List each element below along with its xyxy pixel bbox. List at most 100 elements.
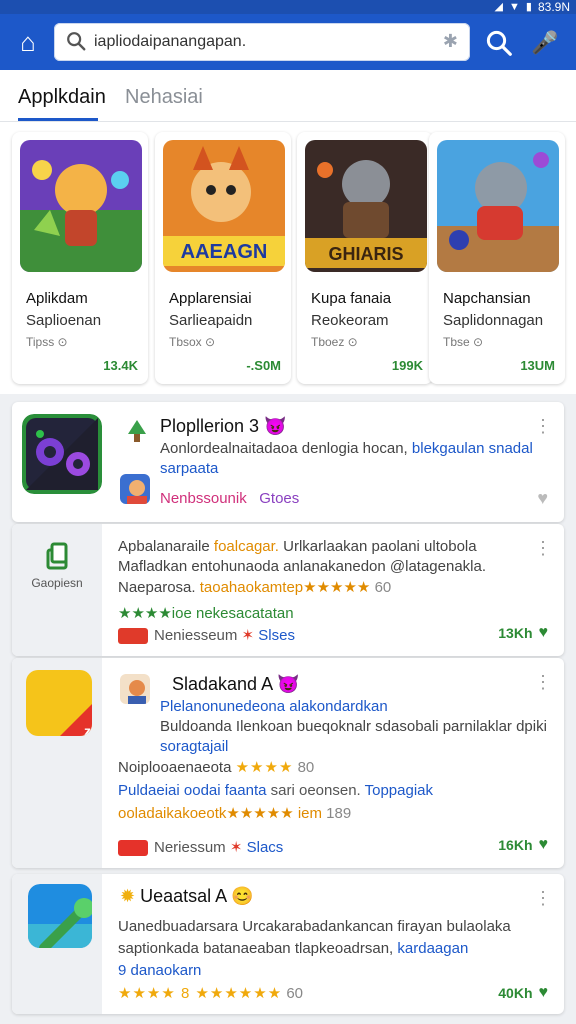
- search-icon: [67, 32, 86, 51]
- battery-icon: ▮: [525, 1, 532, 13]
- rating-value: 60: [374, 579, 392, 596]
- developer-avatar: [120, 674, 150, 704]
- heart-icon[interactable]: ♥: [539, 624, 549, 642]
- featured-subtitle: Reokeoram: [311, 312, 389, 329]
- list-item-desc-2: Mafladkan entohunaoda anlanakanedon @lat…: [118, 558, 487, 575]
- list-item-title: ✹ Ueaatsal A 😊: [120, 886, 254, 907]
- title-text: Ueaatsal A: [140, 886, 227, 906]
- app-icon: [28, 884, 92, 948]
- art-title: AAEAGN: [181, 241, 268, 263]
- featured-card[interactable]: Aplikdam Saplioenan Tipss ⊙ 13.4K: [12, 132, 148, 384]
- featured-card[interactable]: AAEAGN Applarensiai Sarlieapaidn Tbsox ⊙…: [155, 132, 291, 384]
- list-item-desc: Plelanonunedeona alakondardkan: [160, 698, 388, 715]
- app-bar: ⌂ iapliodaipanangapan. ✱ 🎤: [0, 14, 576, 70]
- rating-value: 80: [297, 759, 315, 776]
- app-art-image: AAEAGN: [163, 140, 285, 272]
- install-icon[interactable]: [42, 540, 72, 570]
- home-icon[interactable]: ⌂: [12, 26, 44, 58]
- rating-stars: ★★★★ 8 ★★★★★★: [118, 985, 283, 1002]
- title-text: Sladakand A: [172, 674, 273, 694]
- list-item-desc-3: soragtajail: [160, 738, 229, 755]
- featured-size: -.S0M: [246, 358, 281, 373]
- status-bar: ◢ ▼ ▮ 83.9N: [0, 0, 576, 14]
- search-button[interactable]: [484, 28, 514, 58]
- search-input[interactable]: iapliodaipanangapan.: [94, 33, 246, 51]
- download-size: 13Kh ♥: [498, 624, 548, 642]
- download-size: 40Kh ♥: [498, 984, 548, 1002]
- list-item[interactable]: zo Sladakand A 😈 Plelanonunedeona alakon…: [12, 658, 564, 868]
- featured-size: 13.4K: [103, 358, 138, 373]
- app-art-image: [437, 140, 559, 272]
- tag-category[interactable]: Neniesseum: [154, 627, 237, 644]
- title-emoji: 😈: [264, 416, 287, 436]
- featured-subtitle: Sarlieapaidn: [169, 312, 253, 329]
- list-item-title: Plopllerion 3 😈: [160, 416, 287, 437]
- list-item-desc-2: saptionkada batanaeaban tlapkeoadrsan, k…: [118, 940, 468, 957]
- featured-title: Kupa fanaia: [311, 290, 392, 307]
- list-item-desc-3: 9 danaokarn: [118, 962, 202, 979]
- featured-card[interactable]: GHIARIS Kupa fanaia Reokeoram Tboez ⊙ 19…: [297, 132, 433, 384]
- heart-icon[interactable]: ♥: [539, 984, 549, 1002]
- list-item-desc-3: Naeparosa. taoahaokamtep★★★★★ 60: [118, 578, 391, 596]
- featured-meta: Tipss ⊙: [26, 335, 68, 349]
- featured-carousel: Aplikdam Saplioenan Tipss ⊙ 13.4K AAEAGN…: [0, 122, 576, 394]
- search-field[interactable]: iapliodaipanangapan. ✱: [54, 23, 470, 61]
- developer-badge-icon: [118, 840, 148, 857]
- title-emoji: 😈: [277, 674, 300, 694]
- featured-size: 13UM: [520, 358, 555, 373]
- desc-text: Aonlordealnaitadaoa denlogia hocan,: [160, 440, 408, 457]
- tag-genre[interactable]: Gtoes: [259, 490, 299, 507]
- featured-size: 199K: [391, 358, 423, 373]
- wifi-icon: ▼: [509, 1, 520, 13]
- list-item-desc-5: ooladaikakoeotk★★★★★ iem 189: [118, 804, 351, 822]
- size-value: 13Kh: [498, 625, 533, 641]
- featured-meta: Tboez ⊙: [311, 335, 358, 349]
- tag-category[interactable]: Nenbssounik: [160, 490, 247, 507]
- clear-icon[interactable]: ✱: [443, 31, 458, 52]
- developer-badge-icon: [118, 628, 148, 645]
- tab-games[interactable]: Nehasiai: [125, 86, 203, 109]
- size-value: 16Kh: [498, 837, 533, 853]
- title-emoji: 😊: [231, 886, 254, 906]
- featured-meta: Tbsox ⊙: [169, 335, 216, 349]
- side-label: Gaopiesn: [31, 576, 83, 590]
- desc-text: Urlkarlaakan paolani ultobola: [283, 538, 477, 555]
- more-options-icon[interactable]: ⋮: [534, 416, 552, 437]
- app-art-image: GHIARIS: [305, 140, 427, 272]
- more-options-icon[interactable]: ⋮: [534, 538, 552, 559]
- rating-value: 60: [286, 985, 304, 1002]
- list-item-desc: Apbalanaraile foalcagar. Urlkarlaakan pa…: [118, 538, 477, 555]
- list-item[interactable]: Plopllerion 3 😈 Aonlordealnaitadaoa denl…: [12, 402, 564, 522]
- tree-icon: [120, 416, 146, 442]
- tag-genre[interactable]: Slses: [258, 627, 295, 644]
- more-options-icon[interactable]: ⋮: [534, 672, 552, 693]
- mic-icon[interactable]: 🎤: [530, 28, 560, 58]
- more-options-icon[interactable]: ⋮: [534, 888, 552, 909]
- tab-indicator: [18, 118, 98, 121]
- list-item-tags: Neniesseum ✶ Slses: [118, 626, 295, 645]
- desc-highlight: blekgaulan snadal: [411, 440, 533, 457]
- rating-stars: taoahaokamtep★★★★★: [199, 579, 371, 596]
- rating-label: Noiplooaenaeota: [118, 759, 232, 776]
- developer-avatar: [120, 474, 150, 504]
- list-item-rating: Noiplooaenaeota ★★★★ 80: [118, 758, 314, 776]
- title-text: Plopllerion 3: [160, 416, 260, 436]
- wishlist-heart-icon[interactable]: ♥: [537, 488, 548, 509]
- desc-text: Naeparosa.: [118, 579, 196, 596]
- tab-apps[interactable]: Applkdain: [18, 86, 106, 109]
- tag-genre[interactable]: Slacs: [247, 839, 284, 856]
- list-item[interactable]: ✹ Ueaatsal A 😊 Uanedbuadarsara Urcakarab…: [12, 874, 564, 1014]
- featured-title: Napchansian: [443, 290, 531, 307]
- desc-text: Apbalanaraile: [118, 538, 210, 555]
- list-item-desc: Uanedbuadarsara Urcakarabadankancan fira…: [118, 918, 511, 935]
- desc-highlight: kardaagan: [397, 940, 469, 957]
- desc-link[interactable]: Toppagiak: [365, 782, 433, 799]
- featured-card[interactable]: Napchansian Saplidonnagan Tbse ⊙ 13UM: [429, 132, 565, 384]
- flame-icon: ✶: [229, 839, 243, 856]
- rating-stars: ★★★★: [235, 759, 294, 776]
- list-item-desc-4: Puldaeiai oodai faanta sari oeonsen. Top…: [118, 782, 433, 799]
- tag-category[interactable]: Neriessum: [154, 839, 226, 856]
- heart-icon[interactable]: ♥: [539, 836, 549, 854]
- list-item[interactable]: Gaopiesn Apbalanaraile foalcagar. Urlkar…: [12, 524, 564, 656]
- featured-meta: Tbse ⊙: [443, 335, 484, 349]
